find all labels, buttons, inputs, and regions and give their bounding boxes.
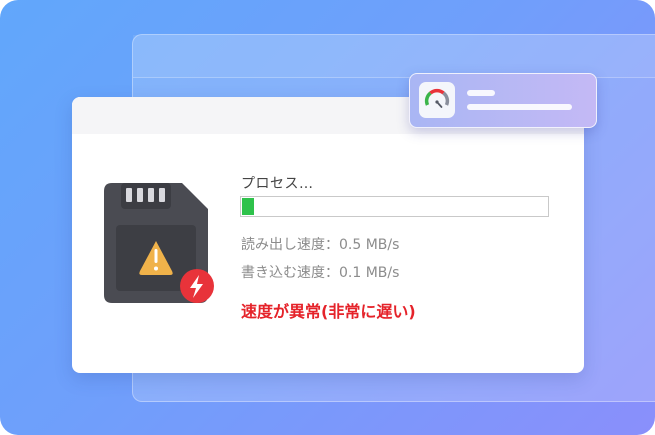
read-speed-text: 読み出し速度：0.5 MB/s bbox=[241, 237, 400, 253]
sd-card-icon bbox=[104, 183, 214, 303]
notification-text-placeholder bbox=[467, 104, 572, 110]
background-window-titlebar bbox=[133, 35, 655, 78]
write-speed-text: 書き込む速度：0.1 MB/s bbox=[241, 265, 400, 281]
speed-test-window: プロセス… 読み出し速度：0.5 MB/s 書き込む速度：0.1 MB/s 速度… bbox=[72, 97, 584, 373]
progress-bar bbox=[240, 196, 549, 217]
speed-alert-text: 速度が異常(非常に遅い) bbox=[241, 302, 416, 321]
speedometer-icon bbox=[424, 88, 450, 108]
notification-card bbox=[409, 73, 597, 128]
notification-title-placeholder bbox=[467, 90, 495, 96]
notification-icon-box bbox=[419, 82, 455, 118]
lightning-badge bbox=[180, 269, 214, 303]
progress-fill bbox=[242, 198, 255, 215]
process-label: プロセス… bbox=[241, 176, 314, 192]
illustration-canvas: プロセス… 読み出し速度：0.5 MB/s 書き込む速度：0.1 MB/s 速度… bbox=[0, 0, 655, 435]
